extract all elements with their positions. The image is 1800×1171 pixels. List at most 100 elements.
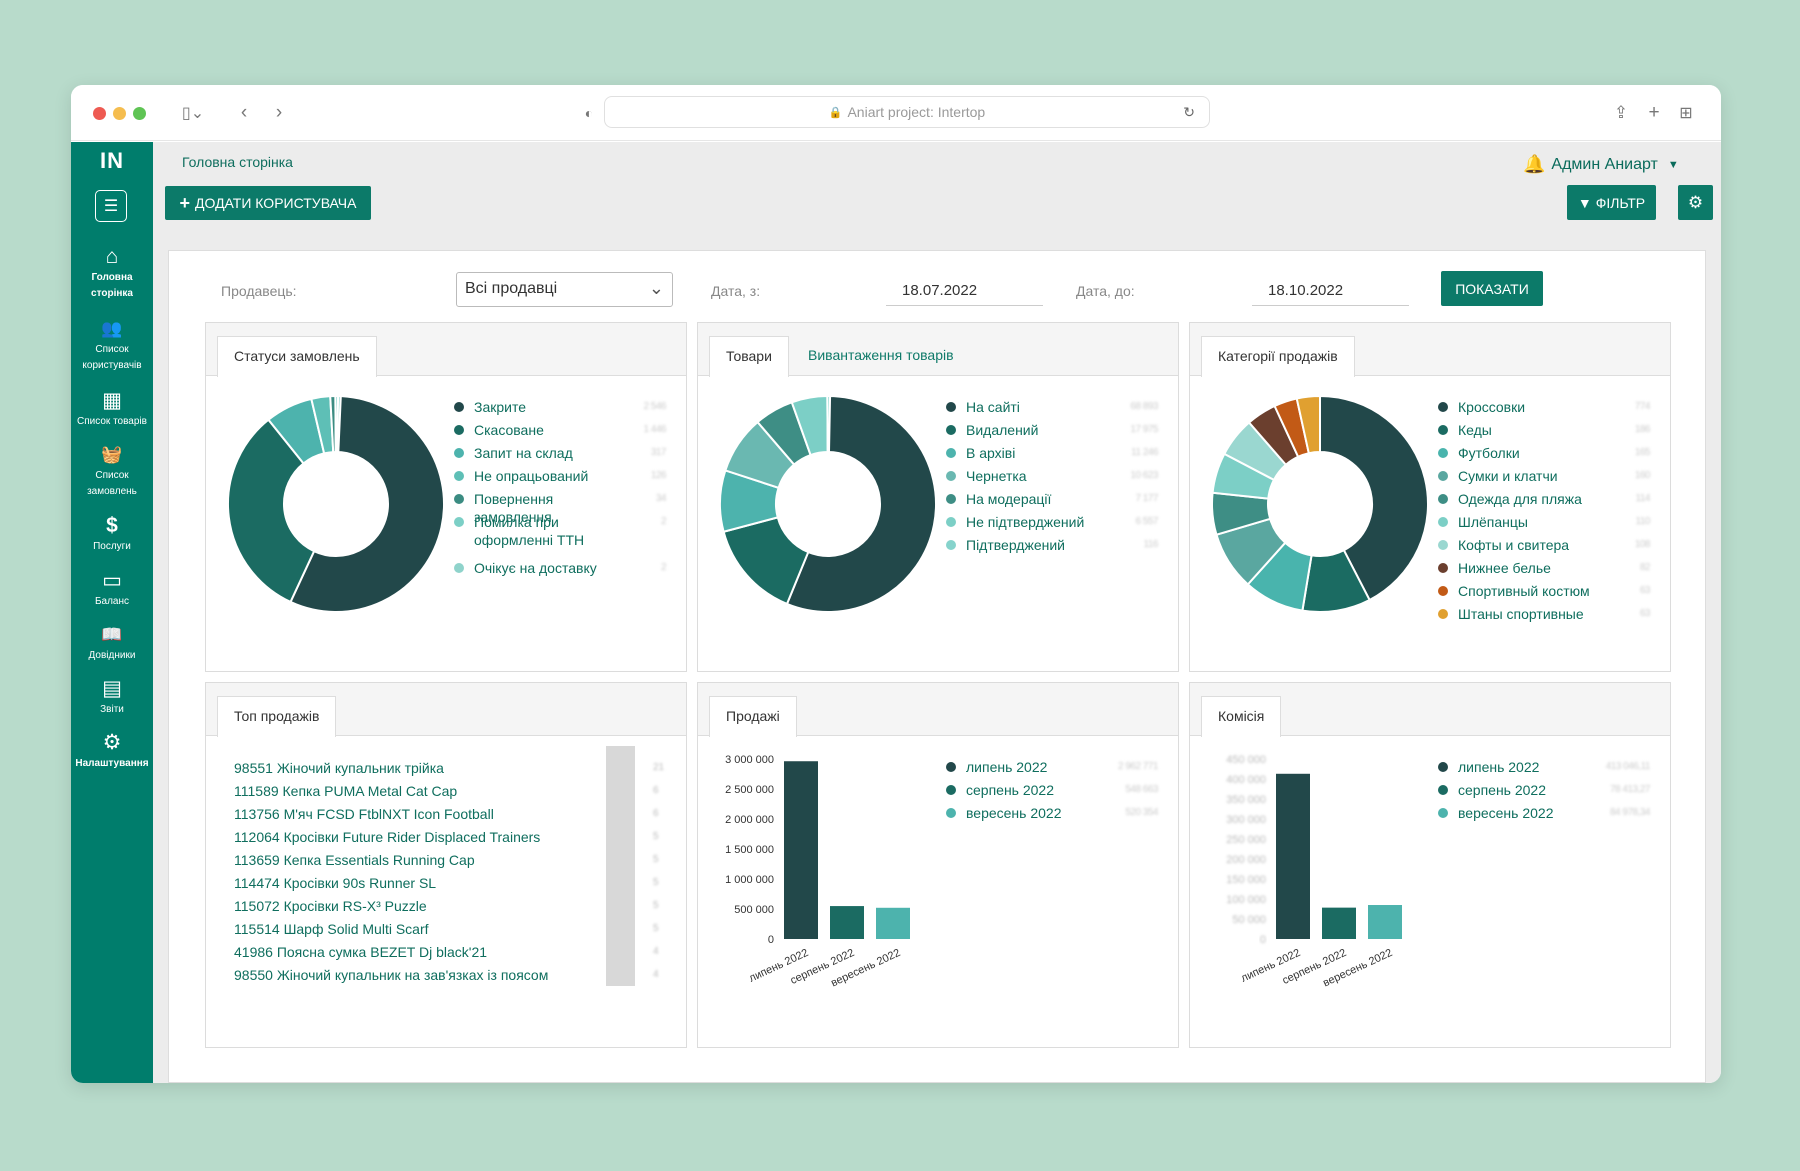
legend-item[interactable]: На сайті 68 893 <box>946 398 1158 421</box>
legend-item[interactable]: Кофты и свитера 108 <box>1438 536 1651 559</box>
top-sales-qty: 6 <box>653 785 659 796</box>
legend-item[interactable]: Штаны спортивные 63 <box>1438 605 1651 628</box>
bar[interactable] <box>876 907 910 939</box>
legend-item[interactable]: вересень 2022 520 354 <box>946 804 1158 827</box>
legend-swatch <box>946 448 956 458</box>
filter-button[interactable]: ▼ ФІЛЬТР <box>1567 185 1656 220</box>
legend-item[interactable]: Закрите 2 546 <box>454 398 666 421</box>
legend-item[interactable]: серпень 2022 78 413,27 <box>1438 781 1651 804</box>
legend-item[interactable]: Нижнее белье 82 <box>1438 559 1651 582</box>
legend-item[interactable]: Спортивный костюм 63 <box>1438 582 1651 605</box>
legend-item[interactable]: серпень 2022 548 663 <box>946 781 1158 804</box>
legend-item[interactable]: Видалений 17 975 <box>946 421 1158 444</box>
legend-swatch <box>946 425 956 435</box>
legend-item[interactable]: Сумки и клатчи 160 <box>1438 467 1651 490</box>
top-sales-item[interactable]: 111589 Кепка PUMA Metal Cat Cap <box>234 782 548 805</box>
legend-value: 17 975 <box>1130 424 1158 435</box>
legend-item[interactable]: В архіві 11 246 <box>946 444 1158 467</box>
tab-order-statuses[interactable]: Статуси замовлень <box>217 336 377 377</box>
reload-icon[interactable]: ↻ <box>1183 104 1195 121</box>
settings-gear-button[interactable]: ⚙ <box>1678 185 1713 220</box>
tab-overview-icon[interactable]: ⊞ <box>1676 99 1696 127</box>
sidebar-item-users[interactable]: 👥 Список користувачів <box>71 316 153 374</box>
bell-icon[interactable]: 🔔 <box>1523 154 1545 175</box>
address-bar[interactable]: 🔒 Aniart project: Intertop ↻ <box>604 96 1210 128</box>
sidebar-item-balance[interactable]: ▭ Баланс <box>71 568 153 610</box>
legend-item[interactable]: Повернення замовлення 34 <box>454 490 667 525</box>
legend-item[interactable]: Запит на склад 317 <box>454 444 667 467</box>
legend-item[interactable]: Одежда для пляжа 114 <box>1438 490 1651 513</box>
user-menu[interactable]: 🔔 Админ Аниарт ▼ <box>1523 154 1679 175</box>
show-button[interactable]: ПОКАЗАТИ <box>1441 271 1543 306</box>
sidebar-item-settings[interactable]: ⚙ Налаштування <box>71 730 153 772</box>
seller-select[interactable]: Всі продавці ⌄ <box>456 272 673 307</box>
bar[interactable] <box>830 906 864 939</box>
close-window-button[interactable] <box>93 107 106 120</box>
bar[interactable] <box>784 761 818 939</box>
legend-item[interactable]: Кроссовки 774 <box>1438 398 1651 421</box>
tab-sales[interactable]: Продажі <box>709 696 797 737</box>
date-from-input[interactable]: 18.07.2022 <box>886 282 1043 306</box>
share-icon[interactable]: ⇪ <box>1611 99 1631 127</box>
breadcrumb[interactable]: Головна сторінка <box>182 154 293 170</box>
menu-toggle-icon[interactable]: ☰ <box>95 190 127 222</box>
y-tick-label: 1 500 000 <box>725 844 774 856</box>
legend-swatch <box>946 517 956 527</box>
bar[interactable] <box>1368 905 1402 939</box>
legend-item[interactable]: Не опрацьований 126 <box>454 467 667 490</box>
top-sales-item[interactable]: 114474 Кросівки 90s Runner SL <box>234 874 548 897</box>
top-sales-item[interactable]: 113756 М'яч FCSD FtblNXT Icon Football <box>234 805 548 828</box>
legend-swatch <box>946 762 956 772</box>
top-sales-item[interactable]: 115072 Кросівки RS-X³ Puzzle <box>234 897 548 920</box>
tab-goods-export[interactable]: Вивантаження товарів <box>808 347 954 363</box>
legend-item[interactable]: липень 2022 413 046,11 <box>1438 758 1651 781</box>
top-sales-scrollbar[interactable] <box>606 746 635 986</box>
legend-item[interactable]: Футболки 165 <box>1438 444 1651 467</box>
new-tab-icon[interactable]: + <box>1644 99 1664 127</box>
forward-icon[interactable]: › <box>269 99 289 127</box>
top-sales-item[interactable]: 112064 Кросівки Future Rider Displaced T… <box>234 828 548 851</box>
legend-item[interactable]: На модерації 7 177 <box>946 490 1158 513</box>
legend-item[interactable]: Кеды 186 <box>1438 421 1651 444</box>
legend-item[interactable]: Не підтверджений 6 557 <box>946 513 1158 536</box>
top-sales-item[interactable]: 113659 Кепка Essentials Running Cap <box>234 851 548 874</box>
top-sales-item[interactable]: 98551 Жіночий купальник трійка <box>234 759 548 782</box>
sidebar-item-services[interactable]: $ Послуги <box>71 513 153 555</box>
legend-item[interactable]: Підтверджений 116 <box>946 536 1159 559</box>
legend-item[interactable]: липень 2022 2 962 771 <box>946 758 1159 781</box>
sidebar-item-orders[interactable]: 🧺 Список замовлень <box>71 442 153 500</box>
sidebar-toggle-icon[interactable]: ▯⌄ <box>173 99 213 127</box>
date-to-input[interactable]: 18.10.2022 <box>1252 282 1409 306</box>
legend-item[interactable]: Скасоване 1 446 <box>454 421 666 444</box>
top-sales-item[interactable]: 41986 Поясна сумка BEZET Dj black'21 <box>234 943 548 966</box>
tab-goods[interactable]: Товари <box>709 336 789 377</box>
sidebar-item-home[interactable]: ⌂ Головна сторінка <box>71 244 153 302</box>
legend-item[interactable]: Шлёпанцы 110 <box>1438 513 1651 536</box>
top-sales-item[interactable]: 115514 Шарф Solid Multi Scarf <box>234 920 548 943</box>
shield-icon[interactable]: ◐ <box>580 99 598 127</box>
app-logo[interactable]: IN <box>71 148 153 174</box>
add-user-button[interactable]: + ДОДАТИ КОРИСТУВАЧА <box>165 186 371 220</box>
top-sales-item[interactable]: 98550 Жіночий купальник на зав'язках із … <box>234 966 548 989</box>
legend-item[interactable]: вересень 2022 84 978,34 <box>1438 804 1651 827</box>
legend-item[interactable]: Чернетка 10 623 <box>946 467 1158 490</box>
minimize-window-button[interactable] <box>113 107 126 120</box>
y-tick-label: 100 000 <box>1226 894 1266 906</box>
tab-top-sales[interactable]: Топ продажів <box>217 696 337 737</box>
sidebar-item-reports[interactable]: ▤ Звіти <box>71 676 153 718</box>
table-icon: ▤ <box>102 677 122 700</box>
back-icon[interactable]: ‹ <box>234 99 254 127</box>
legend-item[interactable]: Очікує на доставку 2 <box>454 559 667 582</box>
legend-item[interactable]: Помилка при оформленні ТТН 2 <box>454 513 667 559</box>
sidebar-item-goods[interactable]: ▦ Список товарів <box>71 388 153 430</box>
donut-slice[interactable] <box>826 395 832 454</box>
legend-label: Нижнее белье <box>1458 560 1551 576</box>
bar[interactable] <box>1322 907 1356 939</box>
legend-value: 2 <box>660 516 667 527</box>
bar[interactable] <box>1276 773 1310 939</box>
tab-commission[interactable]: Комісія <box>1201 696 1282 737</box>
maximize-window-button[interactable] <box>133 107 146 120</box>
legend-value: 413 046,11 <box>1605 761 1651 772</box>
tab-categories[interactable]: Категорії продажів <box>1201 336 1355 377</box>
sidebar-item-directories[interactable]: 📖 Довідники <box>71 622 153 664</box>
